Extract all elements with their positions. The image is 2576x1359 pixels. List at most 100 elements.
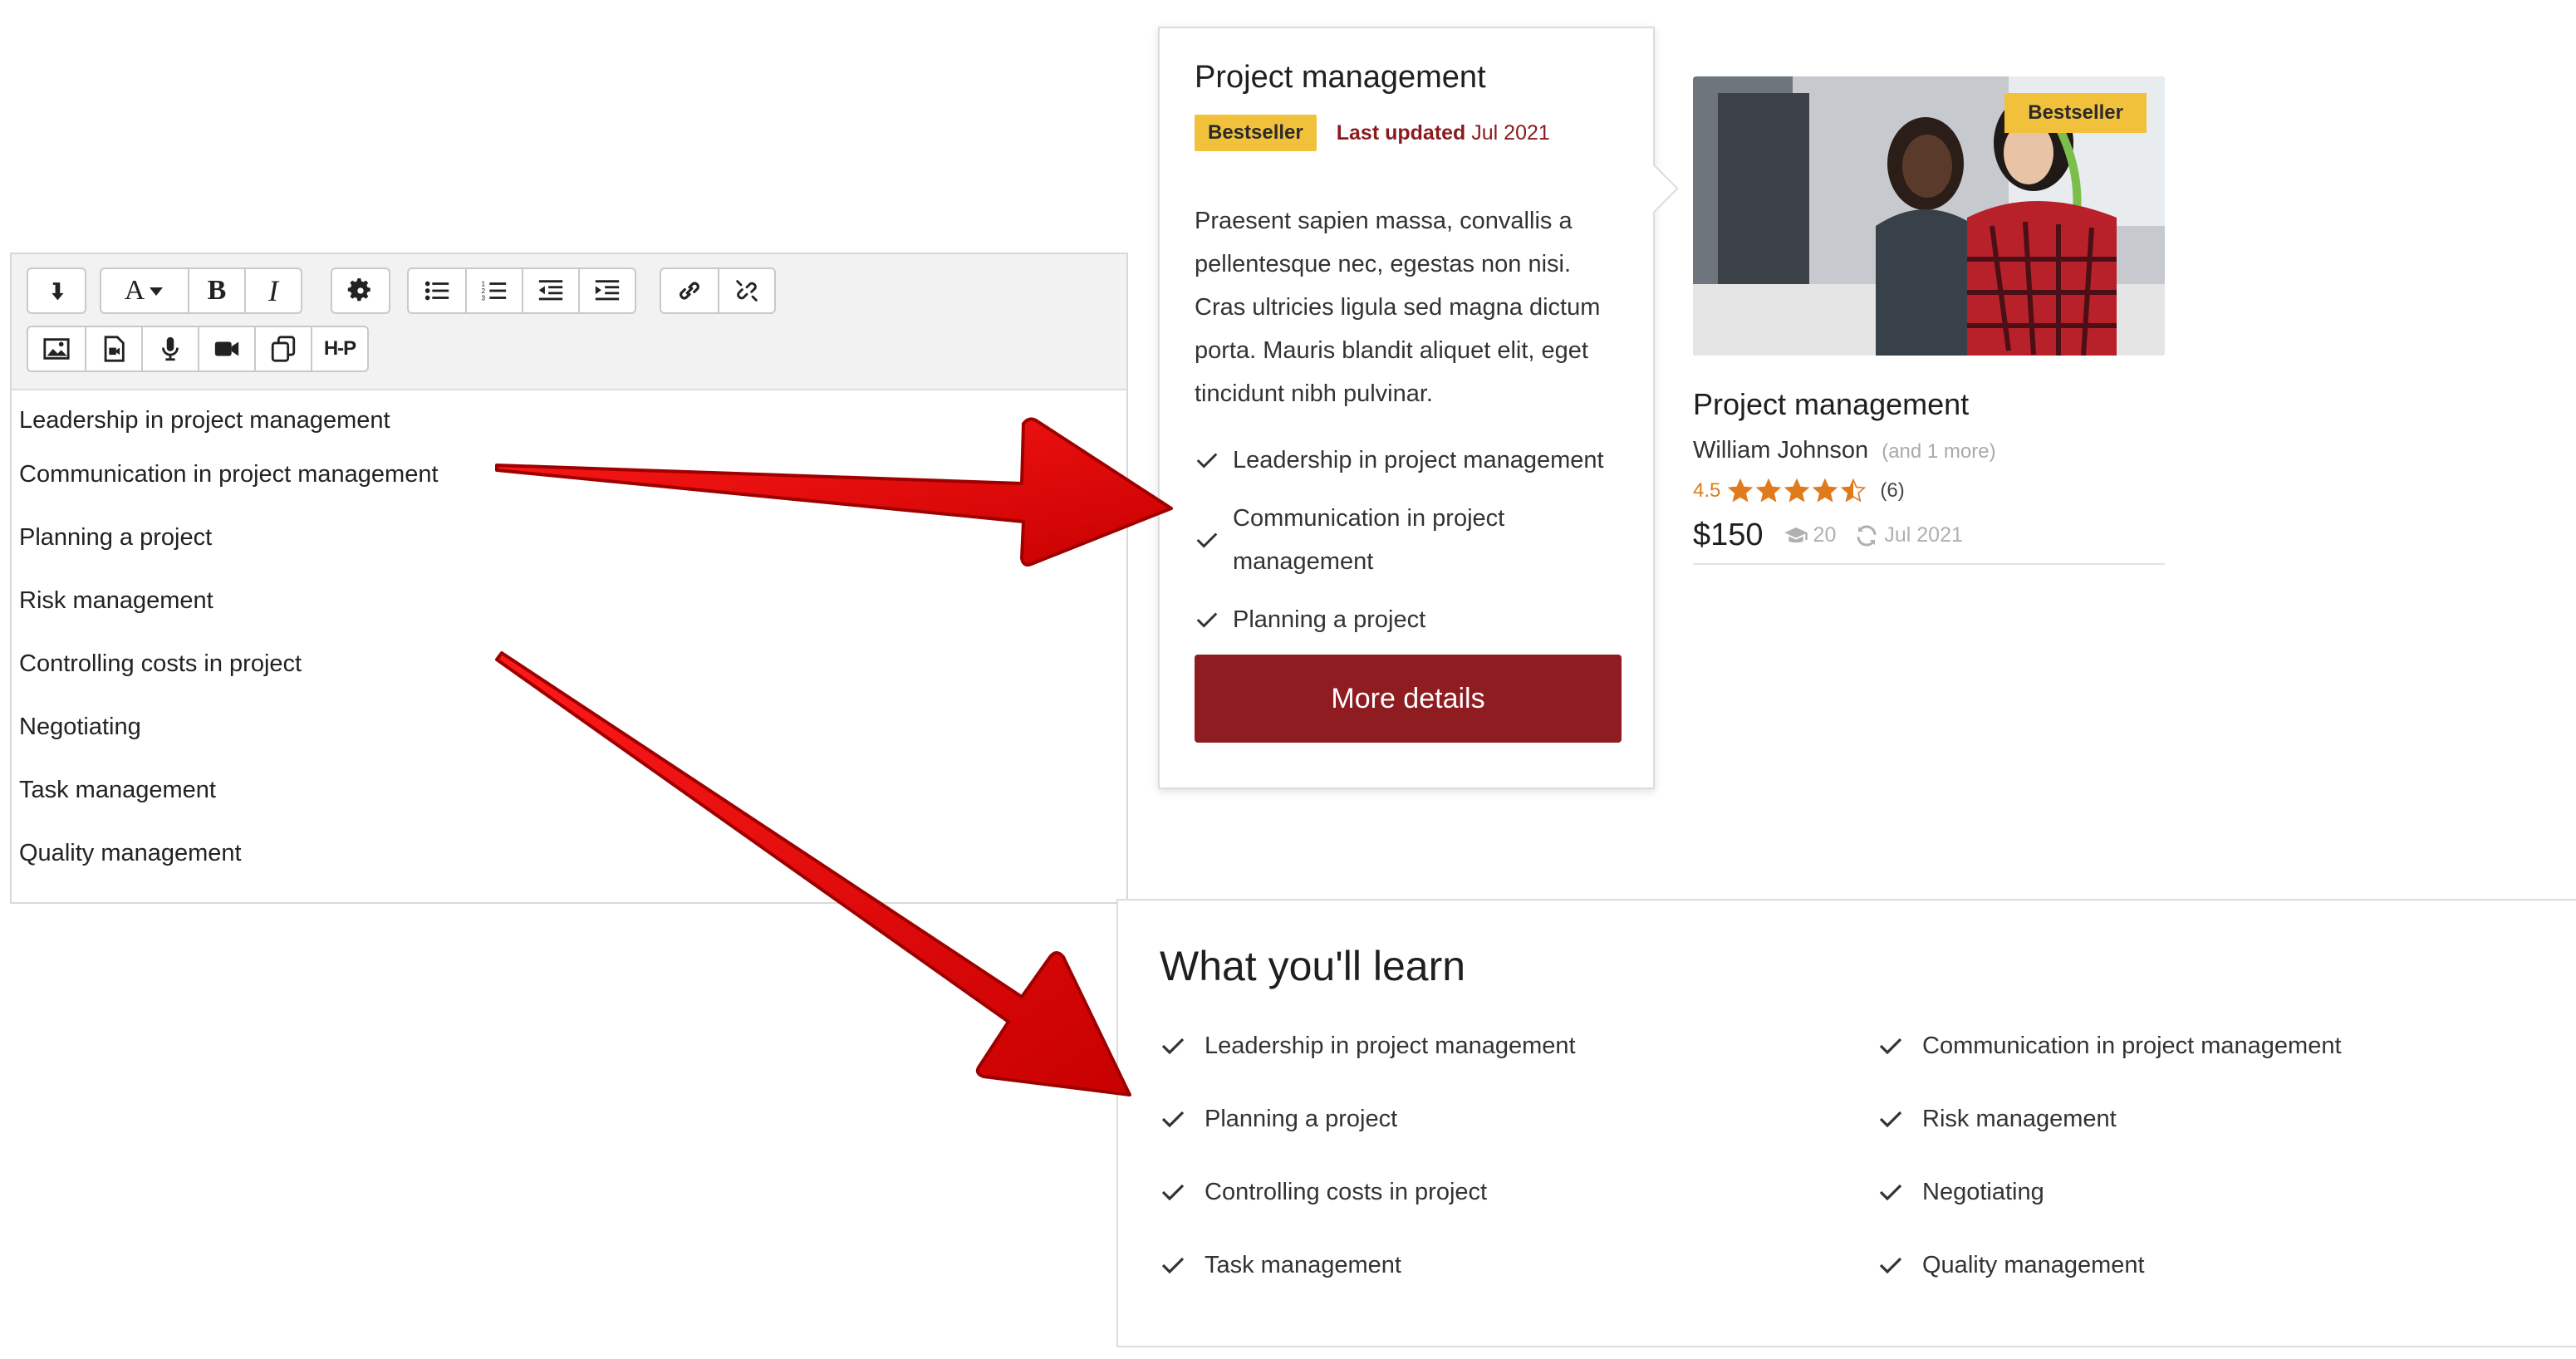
insert-image-button[interactable]	[28, 327, 85, 370]
popover-title: Project management	[1195, 60, 1486, 95]
star-full-icon	[1784, 478, 1810, 503]
editor-line: Communication in project management	[19, 461, 439, 488]
text-editor[interactable]: A B I 123 H-P Leadership in project mana…	[10, 253, 1128, 904]
star-half-icon	[1841, 478, 1867, 503]
font-button[interactable]: A	[101, 269, 188, 312]
settings-icon	[347, 278, 370, 302]
check-label: Planning a project	[1233, 606, 1426, 633]
editor-toolbar: A B I 123 H-P	[12, 254, 1126, 390]
bullet-list-icon	[424, 281, 449, 301]
graduation-cap-icon	[1784, 527, 1808, 542]
indent-button[interactable]	[578, 269, 635, 312]
author-more: (and 1 more)	[1882, 440, 1996, 463]
students-count: 20	[1784, 523, 1836, 548]
learn-item-label: Communication in project management	[1922, 1032, 2342, 1059]
editor-line: Negotiating	[19, 714, 141, 740]
numbered-list-icon: 123	[481, 279, 507, 302]
learn-item: Negotiating	[1877, 1171, 2489, 1213]
learn-item-label: Quality management	[1922, 1251, 2145, 1278]
learn-item-label: Planning a project	[1205, 1105, 1398, 1132]
updated-date: Jul 2021	[1854, 523, 1963, 548]
numbered-list-button[interactable]: 123	[465, 269, 522, 312]
more-details-button[interactable]: More details	[1195, 655, 1622, 743]
learn-item-label: Negotiating	[1922, 1178, 2044, 1205]
image-bestseller-badge: Bestseller	[2004, 93, 2147, 133]
star-rating	[1727, 478, 1868, 504]
editor-line: Quality management	[19, 840, 242, 866]
learn-item: Task management	[1160, 1244, 1877, 1286]
popover-meta: Bestseller Last updated Jul 2021	[1195, 115, 1550, 151]
check-icon	[1196, 532, 1218, 548]
popover-check-item: Planning a project	[1195, 598, 1635, 641]
popover-checklist: Leadership in project management Communi…	[1195, 439, 1635, 656]
check-label: Communication in project management	[1233, 505, 1505, 575]
unlink-button[interactable]	[718, 269, 774, 312]
font-icon: A	[124, 275, 145, 306]
outdent-button[interactable]	[522, 269, 578, 312]
check-icon	[1161, 1111, 1185, 1128]
learn-item: Quality management	[1877, 1244, 2489, 1286]
collapse-icon	[52, 282, 64, 301]
bold-icon: B	[207, 275, 227, 306]
record-video-button[interactable]	[198, 327, 254, 370]
learn-item: Leadership in project management	[1160, 1025, 1877, 1067]
updated-value: Jul 2021	[1884, 523, 1963, 547]
learn-item: Risk management	[1877, 1098, 2489, 1140]
course-title[interactable]: Project management	[1693, 387, 2165, 422]
microphone-icon	[162, 336, 179, 361]
bestseller-badge: Bestseller	[1195, 115, 1317, 151]
check-icon	[1161, 1184, 1185, 1201]
learn-item-label: Risk management	[1922, 1105, 2117, 1132]
record-audio-button[interactable]	[141, 327, 198, 370]
unlink-icon	[736, 280, 758, 302]
manage-files-button[interactable]	[254, 327, 311, 370]
what-youll-learn-panel: What you'll learn Leadership in project …	[1116, 899, 2576, 1347]
video-icon	[214, 341, 239, 356]
settings-button[interactable]	[332, 269, 389, 312]
popover-description: Praesent sapien massa, convallis a pelle…	[1195, 208, 1601, 407]
check-icon	[1161, 1257, 1185, 1274]
chevron-down-icon	[150, 287, 164, 296]
editor-line: Controlling costs in project	[19, 650, 302, 677]
learn-item-label: Controlling costs in project	[1205, 1178, 1488, 1205]
popover-check-item: Communication in project management	[1195, 497, 1635, 583]
course-popover: Project management Bestseller Last updat…	[1158, 27, 1679, 789]
h5p-icon: H-P	[323, 337, 356, 360]
insert-media-button[interactable]	[85, 327, 141, 370]
italic-button[interactable]: I	[244, 269, 301, 312]
last-updated: Last updated Jul 2021	[1337, 121, 1550, 145]
insert-h5p-button[interactable]: H-P	[311, 327, 367, 370]
check-icon	[1196, 453, 1218, 469]
collapse-button[interactable]	[28, 269, 85, 312]
last-updated-label: Last updated	[1336, 120, 1466, 145]
rating-row: 4.5 (6)	[1693, 478, 2165, 504]
toolbar-group-media: H-P	[27, 326, 369, 372]
star-full-icon	[1813, 478, 1838, 503]
svg-text:3: 3	[481, 293, 485, 302]
check-icon	[1161, 1038, 1185, 1055]
check-icon	[1879, 1257, 1902, 1274]
indent-icon	[595, 280, 620, 301]
refresh-icon	[1857, 524, 1877, 547]
author-name: William Johnson	[1693, 437, 1869, 464]
course-card[interactable]: Bestseller Project management William Jo…	[1693, 76, 2165, 565]
bullet-list-button[interactable]	[409, 269, 465, 312]
check-icon	[1879, 1038, 1902, 1055]
toolbar-group-lists: 123	[407, 267, 636, 314]
editor-line: Planning a project	[19, 524, 213, 551]
bold-button[interactable]: B	[188, 269, 244, 312]
popover-check-item: Leadership in project management	[1195, 439, 1635, 482]
last-updated-value: Jul 2021	[1471, 120, 1550, 145]
learn-grid: Leadership in project management Communi…	[1160, 1025, 2489, 1286]
editor-line: Task management	[19, 777, 216, 803]
link-button[interactable]	[661, 269, 718, 312]
course-meta: $150 20 Jul 2021	[1693, 518, 2165, 565]
rating-value: 4.5	[1693, 479, 1721, 502]
check-icon	[1879, 1111, 1902, 1128]
check-label: Leadership in project management	[1233, 447, 1604, 473]
check-icon	[1879, 1184, 1902, 1201]
course-image[interactable]: Bestseller	[1693, 76, 2165, 356]
outdent-icon	[538, 280, 563, 301]
editor-content[interactable]: Leadership in project management Communi…	[12, 390, 1126, 886]
toolbar-group-collapse	[27, 267, 86, 314]
